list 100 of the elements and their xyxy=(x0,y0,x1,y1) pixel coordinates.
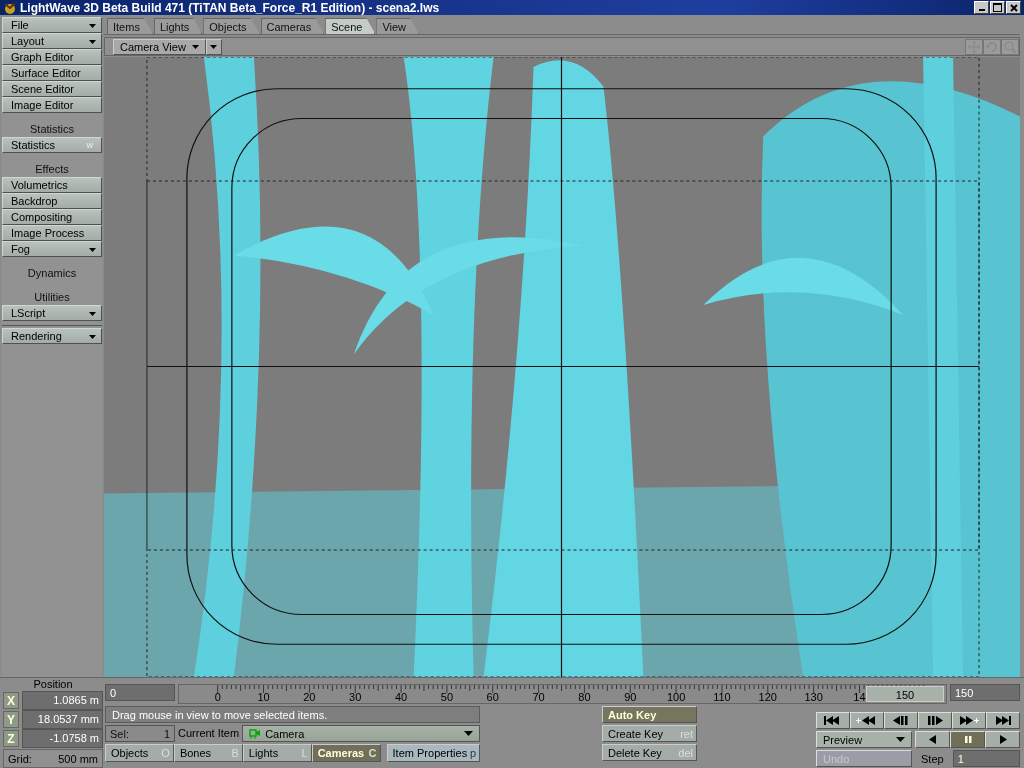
item-type-button[interactable]: Objects O xyxy=(105,744,174,762)
section-heading: Dynamics xyxy=(27,266,77,281)
transport-button[interactable] xyxy=(952,712,986,729)
frame-label: 40 xyxy=(394,691,408,703)
minimize-button[interactable] xyxy=(974,1,989,14)
key-button[interactable]: Create Key ret xyxy=(602,725,697,742)
camera-icon xyxy=(249,728,262,739)
frame-label: 50 xyxy=(440,691,453,703)
frame-label: 0 xyxy=(214,691,221,703)
transport-button[interactable] xyxy=(816,712,850,729)
status-message: Drag mouse in view to move selected items. xyxy=(105,706,480,723)
grid-value: 500 mm xyxy=(58,752,99,765)
axis-label: Y xyxy=(3,711,19,728)
frame-label: 100 xyxy=(666,691,686,703)
menu-button[interactable]: Surface Editor xyxy=(2,65,102,81)
caret-icon xyxy=(191,44,199,49)
menu-button[interactable]: Backdrop xyxy=(2,193,102,209)
frame-label: 130 xyxy=(804,691,823,703)
start-frame-field[interactable]: 0 xyxy=(105,684,175,701)
frame-label: 30 xyxy=(349,691,362,703)
item-type-button[interactable]: Cameras C xyxy=(311,744,381,762)
current-item-dropdown[interactable]: Camera xyxy=(242,725,480,742)
transport-button[interactable] xyxy=(986,712,1020,729)
caret-icon xyxy=(89,312,96,316)
playback-button[interactable] xyxy=(915,731,950,748)
menu-dropdown[interactable]: Rendering xyxy=(2,328,102,344)
frame-label: 80 xyxy=(578,691,591,703)
playback-button[interactable] xyxy=(985,731,1020,748)
caret-icon xyxy=(89,24,96,28)
playback-button[interactable] xyxy=(950,731,985,748)
position-label: Position xyxy=(33,678,73,691)
maximize-button[interactable] xyxy=(990,1,1005,14)
frame-label: 14 xyxy=(853,691,866,703)
menu-button[interactable]: Image Process xyxy=(2,225,102,241)
pause-icon xyxy=(962,735,973,744)
section-heading: Statistics xyxy=(30,122,74,137)
transport-button[interactable] xyxy=(918,712,952,729)
step-label: Step xyxy=(920,752,945,765)
section-heading: Effects xyxy=(35,162,69,177)
view-dropdown[interactable]: Camera View xyxy=(113,38,206,55)
frame-label: 110 xyxy=(713,691,731,703)
menu-button[interactable]: Compositing xyxy=(2,209,102,225)
item-type-button[interactable]: Bones B xyxy=(173,744,243,762)
caret-icon xyxy=(464,731,473,736)
close-button[interactable] xyxy=(1006,1,1021,14)
caret-icon xyxy=(896,737,905,742)
menu-dropdown[interactable]: File xyxy=(2,17,102,33)
axis-label: Z xyxy=(3,730,19,747)
tab[interactable]: Cameras xyxy=(260,18,325,34)
item-properties-button[interactable]: Item Properties p xyxy=(386,744,480,762)
frame-label: 70 xyxy=(532,691,545,703)
frame-label: 10 xyxy=(257,691,270,703)
frame-label: 120 xyxy=(758,691,777,703)
step-field[interactable]: 1 xyxy=(952,750,1020,767)
caret-icon xyxy=(89,40,96,44)
grid-label: Grid: xyxy=(7,752,32,765)
menu-button[interactable]: Graph Editor xyxy=(2,49,102,65)
frame-label: 20 xyxy=(303,691,316,703)
caret-icon xyxy=(210,44,218,49)
slider-thumb[interactable]: 150 xyxy=(866,686,944,702)
frame-label: 60 xyxy=(486,691,499,703)
close-icon xyxy=(1009,3,1018,12)
minimize-icon xyxy=(978,9,985,11)
caret-icon xyxy=(89,248,96,252)
menu-button[interactable]: Scene Editor xyxy=(2,81,102,97)
menu-dropdown[interactable]: Layout xyxy=(2,33,102,49)
maximize-icon xyxy=(993,3,1002,12)
prev-key-icon xyxy=(856,716,878,725)
section-heading: Utilities xyxy=(34,290,70,305)
menu-dropdown[interactable]: LScript xyxy=(2,305,102,321)
key-button[interactable]: Delete Key del xyxy=(602,744,697,761)
tab[interactable]: Objects xyxy=(203,18,260,34)
selection-count: 1 xyxy=(163,727,170,741)
menu-button[interactable]: Image Editor xyxy=(2,97,102,113)
axis-label: X xyxy=(3,692,19,709)
current-item-label: Current Item xyxy=(178,726,240,741)
tab[interactable]: Lights xyxy=(153,18,203,34)
window-title: LightWave 3D Beta Build 471 (TiTAN Beta_Force_R1 Edition) - scena2.lws xyxy=(20,0,440,15)
app-icon xyxy=(3,0,17,15)
play-icon xyxy=(997,735,1008,744)
transport-button[interactable] xyxy=(884,712,918,729)
reverse-icon xyxy=(927,735,938,744)
key-button[interactable]: Auto Key xyxy=(602,706,697,723)
tab[interactable]: Scene xyxy=(325,18,376,34)
caret-icon xyxy=(89,335,96,339)
end-frame-field[interactable]: 150 xyxy=(950,684,1020,701)
position-field[interactable]: 1.0865 m xyxy=(22,691,103,710)
position-field[interactable]: 18.0537 mm xyxy=(22,710,103,729)
tab[interactable]: View xyxy=(376,18,420,34)
transport-button[interactable] xyxy=(850,712,884,729)
next-key-icon xyxy=(958,716,980,725)
preview-dropdown[interactable]: Preview xyxy=(816,731,912,748)
position-field[interactable]: -1.0758 m xyxy=(22,729,103,748)
tab[interactable]: Items xyxy=(107,18,153,34)
menu-dropdown[interactable]: Fog xyxy=(2,241,102,257)
frame-label: 90 xyxy=(624,691,637,703)
selection-label: Sel: xyxy=(110,727,129,741)
timeline-slider[interactable]: 0 10 20 30 40 50 60 70 80 90 100 110 120 130 14 150 xyxy=(178,684,947,704)
menu-button[interactable]: Statistics w xyxy=(2,137,102,153)
menu-button[interactable]: Volumetrics xyxy=(2,177,102,193)
